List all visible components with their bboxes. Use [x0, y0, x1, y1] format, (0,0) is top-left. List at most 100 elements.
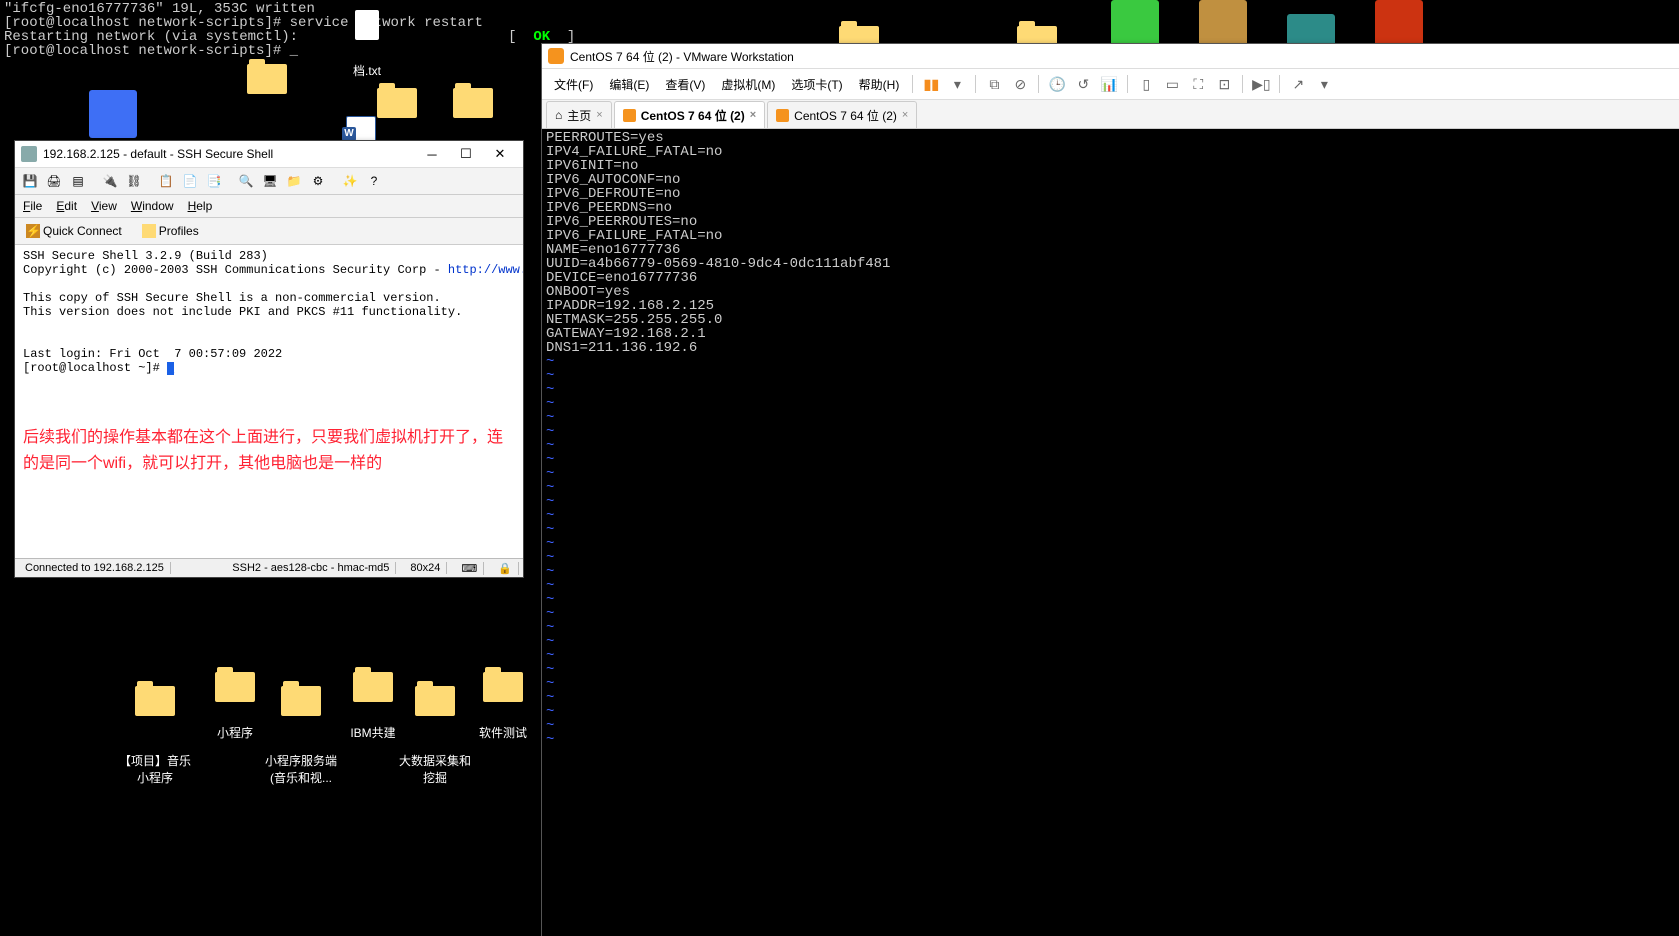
fit-icon[interactable]: ⊡ — [1213, 73, 1235, 95]
home-icon: ⌂ — [555, 108, 562, 122]
maximize-button[interactable]: ☐ — [449, 143, 483, 165]
menu-file[interactable]: 文件(F) — [548, 74, 599, 95]
wand-icon[interactable]: ✨ — [339, 170, 361, 192]
vmware-titlebar[interactable]: CentOS 7 64 位 (2) - VMware Workstation — [542, 44, 1679, 69]
suspend-icon[interactable]: ⊘ — [1009, 73, 1031, 95]
tab-vm-active[interactable]: CentOS 7 64 位 (2) × — [614, 101, 765, 128]
status-size: 80x24 — [404, 562, 447, 574]
snapshot-icon[interactable]: ⧉ — [983, 73, 1005, 95]
desktop-icon-bg-4[interactable] — [436, 80, 510, 140]
vmware-title-text: CentOS 7 64 位 (2) - VMware Workstation — [570, 48, 794, 65]
ssh-menubar: File Edit View Window Help — [15, 195, 523, 218]
sheet-icon[interactable]: ▤ — [67, 170, 89, 192]
status-connected: Connected to 192.168.2.125 — [19, 562, 171, 574]
save-icon[interactable]: 💾 — [19, 170, 41, 192]
desktop-icon-txt[interactable]: 档.txt — [330, 0, 404, 79]
menu-tabs[interactable]: 选项卡(T) — [785, 74, 848, 95]
desktop: 档.txt 爱思助手7.0 三国世界 pycharm6... - 快捷方式 Fl… — [0, 0, 1679, 936]
new-terminal-icon[interactable]: 🖥 — [259, 170, 281, 192]
file-transfer-icon[interactable]: 📁 — [283, 170, 305, 192]
copy-icon[interactable]: 📋 — [155, 170, 177, 192]
tab-inactive-label: CentOS 7 64 位 (2) — [794, 107, 897, 124]
ssh-titlebar[interactable]: 192.168.2.125 - default - SSH Secure She… — [15, 141, 523, 168]
desktop-icon-folder-1[interactable]: 【项目】音乐 小程序 — [118, 664, 192, 800]
close-button[interactable]: ✕ — [483, 143, 517, 165]
vmware-window: CentOS 7 64 位 (2) - VMware Workstation 文… — [541, 43, 1679, 936]
revert-icon[interactable]: ↺ — [1072, 73, 1094, 95]
ssh-title-text: 192.168.2.125 - default - SSH Secure She… — [43, 147, 273, 161]
term-text-2: This copy of SSH Secure Shell is a non-c… — [23, 291, 462, 375]
menu-view[interactable]: View — [91, 199, 117, 213]
menu-help[interactable]: Help — [188, 199, 213, 213]
unity-icon[interactable]: ▭ — [1161, 73, 1183, 95]
vmware-tabstrip: ⌂ 主页 × CentOS 7 64 位 (2) × CentOS 7 64 位… — [542, 100, 1679, 129]
status-cipher: SSH2 - aes128-cbc - hmac-md5 — [226, 562, 396, 574]
export-icon[interactable]: ↗ — [1287, 73, 1309, 95]
dropdown-icon[interactable]: ▾ — [946, 73, 968, 95]
vmware-app-icon — [548, 48, 564, 64]
menu-view[interactable]: 查看(V) — [659, 74, 711, 95]
ssh-statusbar: Connected to 192.168.2.125 SSH2 - aes128… — [15, 558, 523, 577]
folder-icon — [142, 224, 156, 238]
profiles-button[interactable]: Profiles — [135, 222, 206, 240]
ssh-app-icon — [21, 146, 37, 162]
menu-vm[interactable]: 虚拟机(M) — [715, 74, 781, 95]
term-text-1: SSH Secure Shell 3.2.9 (Build 283) Copyr… — [23, 249, 448, 277]
help-icon[interactable]: ? — [363, 170, 385, 192]
menu-edit[interactable]: 编辑(E) — [603, 74, 655, 95]
desktop-icon-folder-5[interactable]: 大数据采集和 挖掘 — [398, 664, 472, 800]
pause-button[interactable]: ▮▮ — [920, 73, 942, 95]
dropdown2-icon[interactable]: ▾ — [1313, 73, 1335, 95]
console-icon[interactable]: ▶▯ — [1250, 73, 1272, 95]
desktop-icon-label: 小程序服务端 (音乐和视... — [264, 752, 338, 786]
quick-connect-button[interactable]: ⚡ Quick Connect — [19, 222, 129, 240]
tab-active-label: CentOS 7 64 位 (2) — [641, 107, 745, 124]
doc-icon[interactable]: 📑 — [203, 170, 225, 192]
ssh-quickbar: ⚡ Quick Connect Profiles — [15, 218, 523, 245]
term-link[interactable]: http://www.ssh.com/ — [448, 263, 523, 277]
paste-icon[interactable]: 📄 — [179, 170, 201, 192]
menu-window[interactable]: Window — [131, 199, 174, 213]
settings-icon[interactable]: ⚙ — [307, 170, 329, 192]
find-icon[interactable]: 🔍 — [235, 170, 257, 192]
desktop-icon-label: 档.txt — [330, 62, 404, 79]
ssh-window: 192.168.2.125 - default - SSH Secure She… — [14, 140, 524, 578]
desktop-icon-bg-2[interactable] — [230, 56, 304, 116]
manage-icon[interactable]: 📊 — [1098, 73, 1120, 95]
desktop-icon-label: 小程序 — [198, 724, 272, 741]
minimize-button[interactable]: ─ — [415, 143, 449, 165]
profiles-label: Profiles — [159, 224, 199, 238]
quick-connect-label: Quick Connect — [43, 224, 122, 238]
status-num-icon: 🔒 — [492, 562, 519, 575]
desktop-icon-folder-2[interactable]: 小程序 — [198, 664, 272, 741]
vmware-menubar: 文件(F) 编辑(E) 查看(V) 虚拟机(M) 选项卡(T) 帮助(H) ▮▮… — [542, 69, 1679, 100]
clock-icon[interactable]: 🕒 — [1046, 73, 1068, 95]
tab-vm-inactive[interactable]: CentOS 7 64 位 (2) × — [767, 101, 917, 128]
tab-home[interactable]: ⌂ 主页 × — [546, 101, 612, 128]
menu-edit[interactable]: Edit — [56, 199, 77, 213]
annotation-text: 后续我们的操作基本都在这个上面进行，只要我们虚拟机打开了，连的是同一个wifi，… — [23, 425, 515, 477]
tab-close-icon[interactable]: × — [902, 109, 908, 121]
ssh-toolbar: 💾 🖨 ▤ 🔌 ⛓ 📋 📄 📑 🔍 🖥 📁 ⚙ ✨ ? — [15, 168, 523, 195]
fullscreen-icon[interactable]: ⛶ — [1187, 73, 1209, 95]
vm-icon — [776, 109, 789, 122]
desktop-icon-label: 【项目】音乐 小程序 — [118, 752, 192, 786]
disconnect-icon[interactable]: ⛓ — [123, 170, 145, 192]
status-caps-icon: ⌨ — [455, 562, 484, 575]
tab-close-icon[interactable]: × — [750, 109, 756, 121]
desktop-icon-label: 大数据采集和 挖掘 — [398, 752, 472, 786]
thumb-view-icon[interactable]: ▯ — [1135, 73, 1157, 95]
menu-file[interactable]: File — [23, 199, 42, 213]
cursor: _ — [167, 362, 174, 375]
ssh-terminal[interactable]: SSH Secure Shell 3.2.9 (Build 283) Copyr… — [15, 245, 523, 558]
tab-close-icon[interactable]: × — [596, 109, 602, 121]
print-icon[interactable]: 🖨 — [43, 170, 65, 192]
tab-home-label: 主页 — [567, 107, 591, 124]
lightning-icon: ⚡ — [26, 224, 40, 238]
vmware-console[interactable]: PEERROUTES=yes IPV4_FAILURE_FATAL=no IPV… — [542, 129, 1679, 936]
desktop-icon-bg-1[interactable] — [76, 90, 150, 142]
desktop-icon-folder-3[interactable]: 小程序服务端 (音乐和视... — [264, 664, 338, 800]
connect-icon[interactable]: 🔌 — [99, 170, 121, 192]
vm-icon — [623, 109, 636, 122]
menu-help[interactable]: 帮助(H) — [853, 74, 906, 95]
